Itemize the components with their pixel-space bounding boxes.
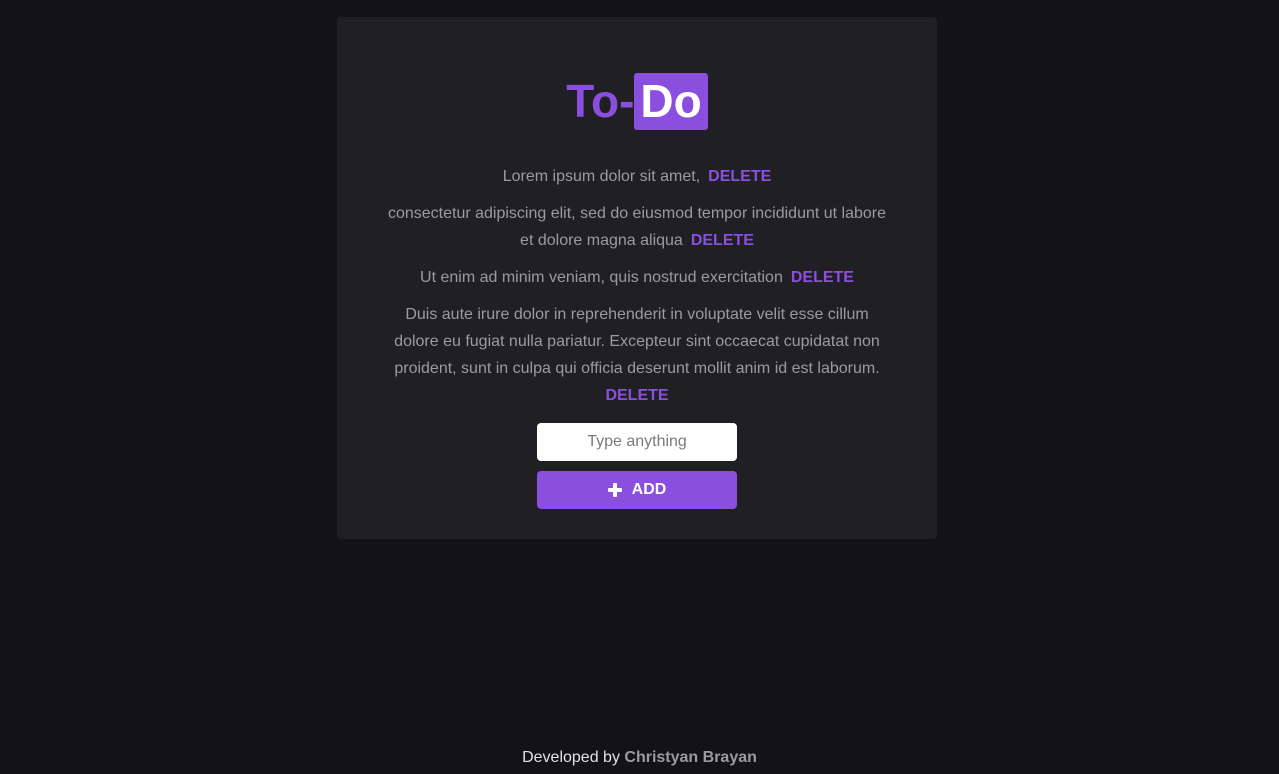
logo: To- Do bbox=[337, 73, 937, 130]
todo-card: To- Do Lorem ipsum dolor sit amet, DELETE… bbox=[337, 17, 937, 539]
footer: Developed by Christyan Brayan bbox=[0, 748, 1279, 768]
todo-text: consectetur adipiscing elit, sed do eius… bbox=[387, 205, 887, 249]
todo-item: Duis aute irure dolor in reprehenderit i… bbox=[387, 301, 887, 409]
add-button[interactable]: ADD bbox=[537, 471, 737, 509]
footer-author[interactable]: Christyan Brayan bbox=[624, 749, 757, 766]
delete-button[interactable]: DELETE bbox=[708, 168, 771, 185]
todo-text: Lorem ipsum dolor sit amet, bbox=[502, 168, 701, 185]
todo-text: Ut enim ad minim veniam, quis nostrud ex… bbox=[420, 269, 783, 286]
delete-button[interactable]: DELETE bbox=[691, 232, 754, 249]
todo-item: consectetur adipiscing elit, sed do eius… bbox=[382, 200, 892, 254]
logo-part-to: To- bbox=[566, 75, 635, 127]
todo-text: Duis aute irure dolor in reprehenderit i… bbox=[394, 306, 880, 377]
logo-part-do: Do bbox=[634, 73, 708, 130]
plus-icon bbox=[607, 483, 622, 497]
todo-item: Lorem ipsum dolor sit amet, DELETE bbox=[487, 163, 787, 190]
add-button-label: ADD bbox=[631, 481, 667, 498]
footer-prefix: Developed by bbox=[522, 749, 625, 766]
delete-button[interactable]: DELETE bbox=[791, 269, 854, 286]
delete-button[interactable]: DELETE bbox=[605, 387, 668, 404]
todo-item: Ut enim ad minim veniam, quis nostrud ex… bbox=[387, 264, 887, 291]
todo-input[interactable] bbox=[537, 423, 737, 461]
todo-list: Lorem ipsum dolor sit amet, DELETE consec… bbox=[337, 163, 937, 419]
